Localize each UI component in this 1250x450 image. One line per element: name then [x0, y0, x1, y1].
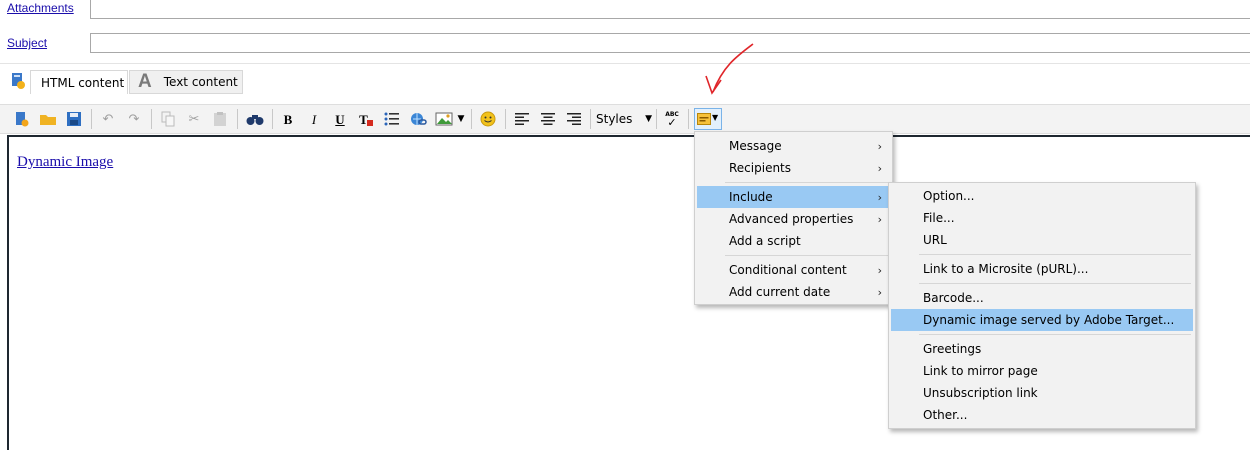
- align-center-icon[interactable]: [538, 109, 558, 129]
- styles-dropdown[interactable]: Styles ▼: [596, 109, 654, 129]
- insert-link-icon[interactable]: [408, 109, 428, 129]
- submenu-item-option[interactable]: Option...: [891, 185, 1193, 207]
- emoji-smiley-icon[interactable]: [478, 109, 498, 129]
- tab-text-content[interactable]: A Text content: [129, 70, 243, 94]
- chevron-right-icon: ›: [877, 190, 882, 204]
- personalization-menu: Message › Recipients › Include › Advance…: [694, 131, 893, 305]
- copy-icon[interactable]: [158, 109, 178, 129]
- submenu-item-barcode[interactable]: Barcode...: [891, 287, 1193, 309]
- menu-item-label: Add current date: [729, 285, 831, 299]
- chevron-right-icon: ›: [877, 285, 882, 299]
- chevron-right-icon: ›: [877, 212, 882, 226]
- submenu-item-dynamic-image-adobe-target[interactable]: Dynamic image served by Adobe Target...: [891, 309, 1193, 331]
- align-right-icon[interactable]: [564, 109, 584, 129]
- menu-item-add-current-date[interactable]: Add current date ›: [697, 281, 890, 303]
- bullet-list-icon[interactable]: [382, 109, 402, 129]
- menu-item-label: Advanced properties: [729, 212, 854, 226]
- find-binoculars-icon[interactable]: [245, 109, 265, 129]
- submenu-item-unsubscription-link[interactable]: Unsubscription link: [891, 382, 1193, 404]
- toolbar-separator: [471, 109, 472, 129]
- menu-item-label: Include: [729, 190, 773, 204]
- attachments-field[interactable]: [90, 0, 1250, 19]
- align-left-icon[interactable]: [512, 109, 532, 129]
- submenu-item-label: Barcode...: [923, 291, 984, 305]
- menu-item-label: Conditional content: [729, 263, 847, 277]
- submenu-item-other[interactable]: Other...: [891, 404, 1193, 426]
- menu-separator: [919, 254, 1191, 255]
- menu-separator: [919, 283, 1191, 284]
- submenu-item-greetings[interactable]: Greetings: [891, 338, 1193, 360]
- new-document-icon[interactable]: [12, 109, 32, 129]
- clear-format-icon[interactable]: T: [356, 109, 376, 129]
- text-content-icon: A: [138, 71, 152, 92]
- submenu-item-label: Link to a Microsite (pURL)...: [923, 262, 1089, 276]
- styles-dropdown-chevron-icon: ▼: [645, 114, 652, 124]
- submenu-item-label: File...: [923, 211, 955, 225]
- editor-toolbar: ↶ ↷ ✂ B I U T ▼ Styles ▼ ABC ✓ ▼: [0, 104, 1250, 134]
- menu-separator: [725, 255, 888, 256]
- italic-button[interactable]: I: [304, 109, 324, 129]
- menu-item-label: Add a script: [729, 234, 801, 248]
- submenu-item-label: Greetings: [923, 342, 982, 356]
- attachments-link[interactable]: Attachments: [7, 1, 74, 15]
- submenu-item-label: Unsubscription link: [923, 386, 1038, 400]
- paste-icon[interactable]: [210, 109, 230, 129]
- dynamic-image-alt: Dynamic Image: [17, 154, 114, 170]
- toolbar-separator: [91, 109, 92, 129]
- chevron-right-icon: ›: [877, 161, 882, 175]
- toolbar-separator: [656, 109, 657, 129]
- bold-button[interactable]: B: [278, 109, 298, 129]
- submenu-item-label: URL: [923, 233, 947, 247]
- menu-item-message[interactable]: Message ›: [697, 135, 890, 157]
- toolbar-separator: [505, 109, 506, 129]
- submenu-item-label: Other...: [923, 408, 968, 422]
- insert-image-icon[interactable]: [434, 109, 454, 129]
- chevron-right-icon: ›: [877, 263, 882, 277]
- submenu-item-label: Dynamic image served by Adobe Target...: [923, 313, 1175, 327]
- toolbar-separator: [151, 109, 152, 129]
- submenu-item-url[interactable]: URL: [891, 229, 1193, 251]
- chevron-right-icon: ›: [877, 139, 882, 153]
- toolbar-separator: [237, 109, 238, 129]
- underline-button[interactable]: U: [330, 109, 350, 129]
- submenu-item-label: Link to mirror page: [923, 364, 1038, 378]
- subject-field[interactable]: [90, 33, 1250, 53]
- image-dropdown-chevron-icon[interactable]: ▼: [455, 109, 467, 129]
- menu-separator: [919, 334, 1191, 335]
- menu-item-add-script[interactable]: Add a script: [697, 230, 890, 252]
- undo-icon[interactable]: ↶: [98, 109, 118, 129]
- menu-item-include[interactable]: Include ›: [697, 186, 890, 208]
- menu-item-recipients[interactable]: Recipients ›: [697, 157, 890, 179]
- cut-icon[interactable]: ✂: [184, 109, 204, 129]
- spell-check-icon[interactable]: ABC ✓: [662, 109, 682, 129]
- html-document-icon: [10, 72, 26, 90]
- menu-item-advanced-properties[interactable]: Advanced properties ›: [697, 208, 890, 230]
- submenu-item-mirror-page-link[interactable]: Link to mirror page: [891, 360, 1193, 382]
- personalization-button[interactable]: ▼: [694, 108, 722, 130]
- dynamic-image-placeholder[interactable]: Dynamic Image: [16, 154, 113, 171]
- tab-label: Text content: [163, 75, 238, 89]
- styles-label: Styles: [596, 112, 633, 126]
- menu-separator: [725, 182, 888, 183]
- submenu-item-label: Option...: [923, 189, 975, 203]
- include-submenu: Option... File... URL Link to a Microsit…: [888, 182, 1196, 429]
- save-icon[interactable]: [64, 109, 84, 129]
- tab-label: HTML content: [41, 75, 125, 90]
- menu-item-label: Recipients: [729, 161, 792, 175]
- menu-item-label: Message: [729, 139, 782, 153]
- redo-icon[interactable]: ↷: [124, 109, 144, 129]
- tab-html-content[interactable]: HTML content: [30, 70, 128, 94]
- menu-item-conditional-content[interactable]: Conditional content ›: [697, 259, 890, 281]
- personalization-chevron-icon: ▼: [712, 113, 719, 122]
- toolbar-separator: [590, 109, 591, 129]
- open-folder-icon[interactable]: [38, 109, 58, 129]
- toolbar-separator: [272, 109, 273, 129]
- annotation-arrow-icon: [705, 43, 754, 95]
- toolbar-separator: [688, 109, 689, 129]
- submenu-item-file[interactable]: File...: [891, 207, 1193, 229]
- header-divider: [0, 63, 1250, 64]
- subject-link[interactable]: Subject: [7, 36, 47, 50]
- submenu-item-microsite-link[interactable]: Link to a Microsite (pURL)...: [891, 258, 1193, 280]
